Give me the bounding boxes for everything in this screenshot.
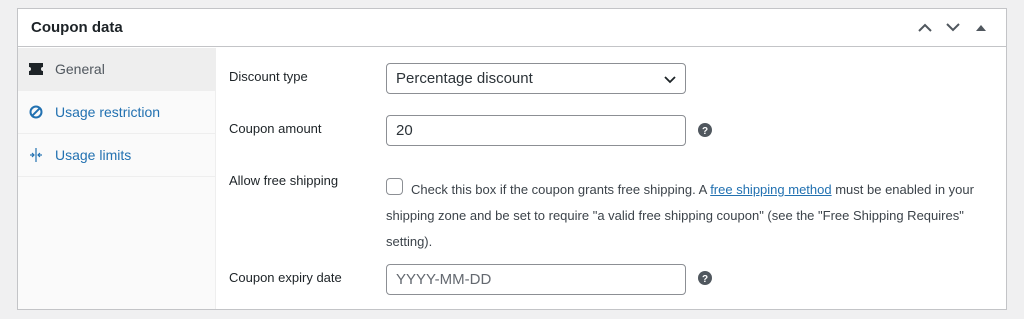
metabox-actions	[912, 15, 994, 41]
move-up-button[interactable]	[912, 15, 938, 41]
tab-usage-restriction-label: Usage restriction	[55, 104, 161, 120]
block-icon	[28, 104, 44, 120]
coupon-amount-input[interactable]	[386, 115, 686, 146]
coupon-data-metabox: Coupon data General Usage restriction Us…	[17, 8, 1007, 310]
free-shipping-description: Check this box if the coupon grants free…	[386, 177, 996, 255]
svg-text:?: ?	[702, 274, 708, 285]
discount-type-value: Percentage discount	[396, 70, 533, 87]
free-shipping-label: Allow free shipping	[229, 173, 339, 188]
discount-type-select[interactable]: Percentage discount	[386, 63, 686, 94]
toggle-panel-button[interactable]	[968, 15, 994, 41]
help-icon[interactable]: ?	[698, 123, 712, 137]
expiry-date-input[interactable]	[386, 264, 686, 295]
tab-usage-limits-label: Usage limits	[55, 147, 132, 163]
coupon-tabs: General Usage restriction Usage limits	[18, 48, 216, 309]
move-down-button[interactable]	[940, 15, 966, 41]
discount-type-label: Discount type	[229, 69, 308, 84]
ticket-icon	[28, 61, 44, 77]
tab-general[interactable]: General	[18, 48, 215, 91]
limits-icon	[28, 147, 44, 163]
metabox-header: Coupon data	[18, 9, 1006, 47]
tab-usage-restriction[interactable]: Usage restriction	[18, 91, 215, 134]
metabox-title: Coupon data	[31, 19, 123, 36]
free-shipping-text-before: Check this box if the coupon grants free…	[411, 182, 711, 197]
expiry-date-label: Coupon expiry date	[229, 270, 342, 285]
general-panel: Discount type Percentage discount Coupon…	[216, 48, 1006, 309]
chevron-down-icon	[664, 76, 676, 84]
move-down-icon	[946, 23, 960, 32]
svg-text:?: ?	[702, 126, 708, 137]
free-shipping-method-link[interactable]: free shipping method	[710, 182, 831, 197]
move-up-icon	[918, 23, 932, 32]
help-icon[interactable]: ?	[698, 271, 712, 285]
coupon-amount-label: Coupon amount	[229, 121, 322, 136]
tab-general-label: General	[55, 61, 105, 77]
metabox-body: General Usage restriction Usage limits D…	[18, 48, 1006, 309]
tab-usage-limits[interactable]: Usage limits	[18, 134, 215, 177]
toggle-panel-icon	[976, 25, 986, 31]
